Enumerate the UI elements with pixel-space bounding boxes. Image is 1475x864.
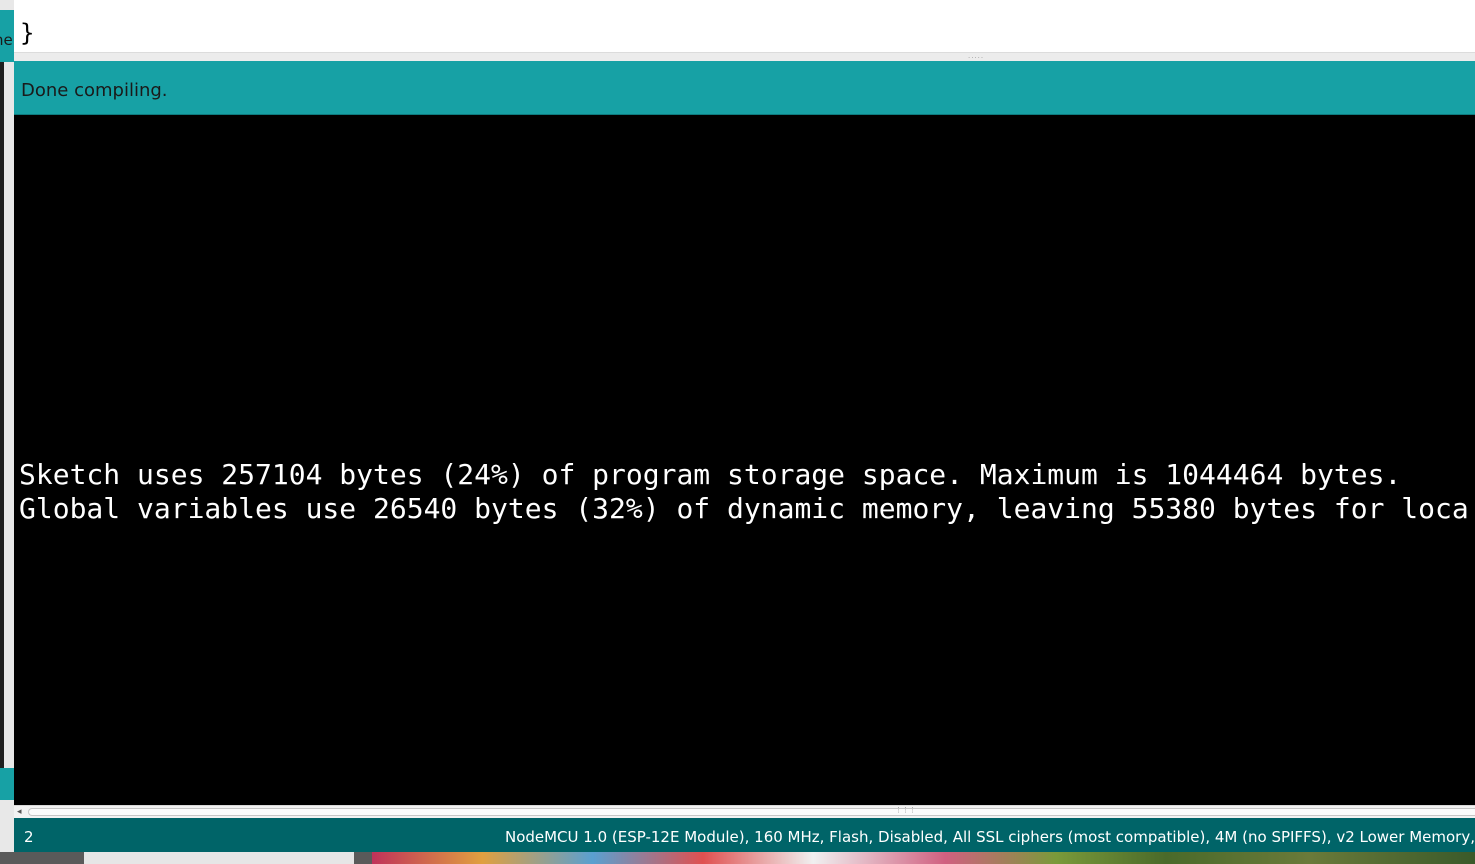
scrollbar-grip-icon: ⋮⋮⋮ — [895, 806, 916, 814]
editor-console-splitter[interactable]: ····· — [14, 52, 1475, 62]
background-window-strip — [0, 62, 4, 768]
desktop-screen: ne } ····· Done compiling. Sketch uses 2… — [0, 0, 1475, 864]
scrollbar-thumb[interactable]: ⋮⋮⋮ — [28, 806, 1475, 816]
background-desktop-strip — [0, 852, 1475, 864]
compile-status-bar: Done compiling. — [14, 61, 1475, 115]
background-panel — [84, 852, 354, 864]
board-configuration: NodeMCU 1.0 (ESP-12E Module), 160 MHz, F… — [504, 828, 1475, 846]
background-window-tab[interactable]: ne — [0, 10, 14, 62]
background-window-footer — [0, 768, 14, 800]
console-line: Sketch uses 257104 bytes (24%) of progra… — [19, 458, 1402, 491]
code-editor[interactable]: } — [14, 0, 1475, 52]
compile-status-message: Done compiling. — [21, 80, 168, 101]
scroll-left-arrow-icon[interactable]: ◂ — [17, 806, 22, 818]
background-window-edge[interactable]: ne — [0, 0, 14, 864]
console-horizontal-scrollbar[interactable]: ◂ ⋮⋮⋮ — [14, 805, 1475, 818]
cursor-line-number: 2 — [24, 828, 34, 846]
background-tab-label: ne — [0, 31, 13, 49]
arduino-ide-window: } ····· Done compiling. Sketch uses 2571… — [14, 0, 1475, 852]
console-line: Global variables use 26540 bytes (32%) o… — [19, 492, 1469, 525]
ide-footer: 2 NodeMCU 1.0 (ESP-12E Module), 160 MHz,… — [14, 818, 1475, 852]
background-wallpaper-image — [372, 852, 1475, 864]
code-line[interactable]: } — [20, 18, 34, 48]
output-console[interactable]: Sketch uses 257104 bytes (24%) of progra… — [14, 115, 1475, 805]
